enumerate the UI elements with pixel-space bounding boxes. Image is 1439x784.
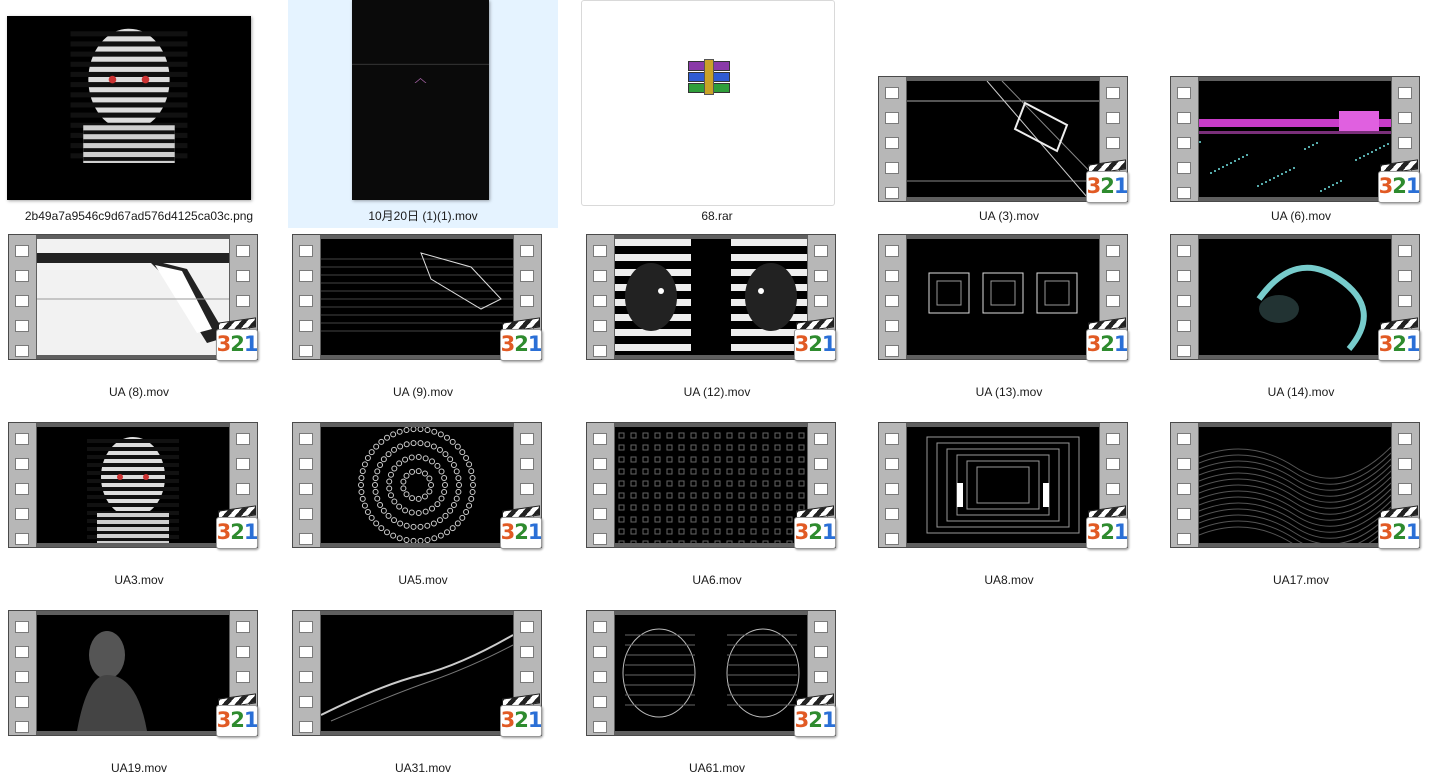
- file-name: UA3.mov: [114, 573, 164, 587]
- file-name: UA6.mov: [692, 573, 742, 587]
- file-item[interactable]: 321 UA (13).mov: [874, 222, 1144, 408]
- video-thumbnail: 321: [874, 410, 1144, 570]
- file-item[interactable]: 321 10月20日 (1)(1).mov: [288, 0, 700, 299]
- file-name: UA5.mov: [398, 573, 448, 587]
- media-player-321-icon: 321: [1378, 159, 1420, 206]
- file-item[interactable]: 321 UA (6).mov: [1166, 0, 1436, 228]
- video-thumbnail: 321: [288, 222, 558, 382]
- file-name: UA (12).mov: [683, 385, 751, 399]
- media-player-321-icon: 321: [1086, 159, 1128, 206]
- file-name: UA31.mov: [394, 761, 452, 775]
- media-player-321-icon: 321: [1086, 317, 1128, 364]
- file-item[interactable]: 321 UA (12).mov: [582, 222, 852, 408]
- media-player-321-icon: 321: [1378, 505, 1420, 552]
- video-thumbnail: 321: [288, 598, 558, 758]
- media-player-321-icon: 321: [216, 693, 258, 740]
- file-name: UA19.mov: [110, 761, 168, 775]
- file-name: UA (8).mov: [108, 385, 169, 399]
- video-thumbnail: 321: [582, 598, 852, 758]
- video-thumbnail: 321: [874, 64, 1144, 224]
- file-name: UA8.mov: [984, 573, 1034, 587]
- media-player-321-icon: 321: [1086, 505, 1128, 552]
- file-name: UA (14).mov: [1267, 385, 1335, 399]
- media-player-321-icon: 321: [500, 693, 542, 740]
- file-item[interactable]: 321 UA31.mov: [288, 598, 558, 784]
- file-name: UA17.mov: [1272, 573, 1330, 587]
- video-thumbnail: 321: [1166, 222, 1436, 382]
- winrar-icon: [688, 59, 730, 95]
- file-item[interactable]: 321 UA8.mov: [874, 410, 1144, 596]
- video-thumbnail: 321: [4, 222, 274, 382]
- video-thumbnail: 321: [1166, 64, 1436, 224]
- file-item[interactable]: 68.rar: [581, 0, 852, 228]
- file-item[interactable]: 321 UA61.mov: [582, 598, 852, 784]
- image-thumbnail: [7, 16, 251, 200]
- video-thumbnail: [352, 0, 489, 200]
- media-player-321-icon: 321: [1378, 317, 1420, 364]
- media-player-321-icon: 321: [216, 505, 258, 552]
- media-player-321-icon: 321: [500, 317, 542, 364]
- video-thumbnail: 321: [874, 222, 1144, 382]
- file-item[interactable]: 321 UA (3).mov: [874, 0, 1144, 228]
- file-name: UA (13).mov: [975, 385, 1043, 399]
- media-player-321-icon: 321: [794, 505, 836, 552]
- file-item[interactable]: 321 UA (9).mov: [288, 222, 558, 408]
- media-player-321-icon: 321: [794, 317, 836, 364]
- file-name: UA61.mov: [688, 761, 746, 775]
- file-item[interactable]: 321 UA (14).mov: [1166, 222, 1436, 408]
- media-player-321-icon: 321: [216, 317, 258, 364]
- file-item[interactable]: 321 UA17.mov: [1166, 410, 1436, 596]
- archive-thumbnail: [581, 0, 835, 206]
- video-thumbnail: 321: [4, 598, 274, 758]
- file-item[interactable]: 321 UA (8).mov: [4, 222, 274, 408]
- media-player-321-icon: 321: [500, 505, 542, 552]
- file-item[interactable]: 321 UA3.mov: [4, 410, 274, 596]
- file-item[interactable]: 321 UA19.mov: [4, 598, 274, 784]
- video-thumbnail: 321: [1166, 410, 1436, 570]
- video-thumbnail: 321: [288, 410, 558, 570]
- file-item[interactable]: 2b49a7a9546c9d67ad576d4125ca03c.png: [4, 0, 274, 228]
- file-name: UA (9).mov: [392, 385, 453, 399]
- video-thumbnail: 321: [582, 410, 852, 570]
- video-thumbnail: 321: [4, 410, 274, 570]
- file-item[interactable]: 321 UA6.mov: [582, 410, 852, 596]
- file-grid: 2b49a7a9546c9d67ad576d4125ca03c.png 321 …: [0, 0, 1439, 781]
- video-thumbnail: 321: [582, 222, 852, 382]
- media-player-321-icon: 321: [794, 693, 836, 740]
- file-item[interactable]: 321 UA5.mov: [288, 410, 558, 596]
